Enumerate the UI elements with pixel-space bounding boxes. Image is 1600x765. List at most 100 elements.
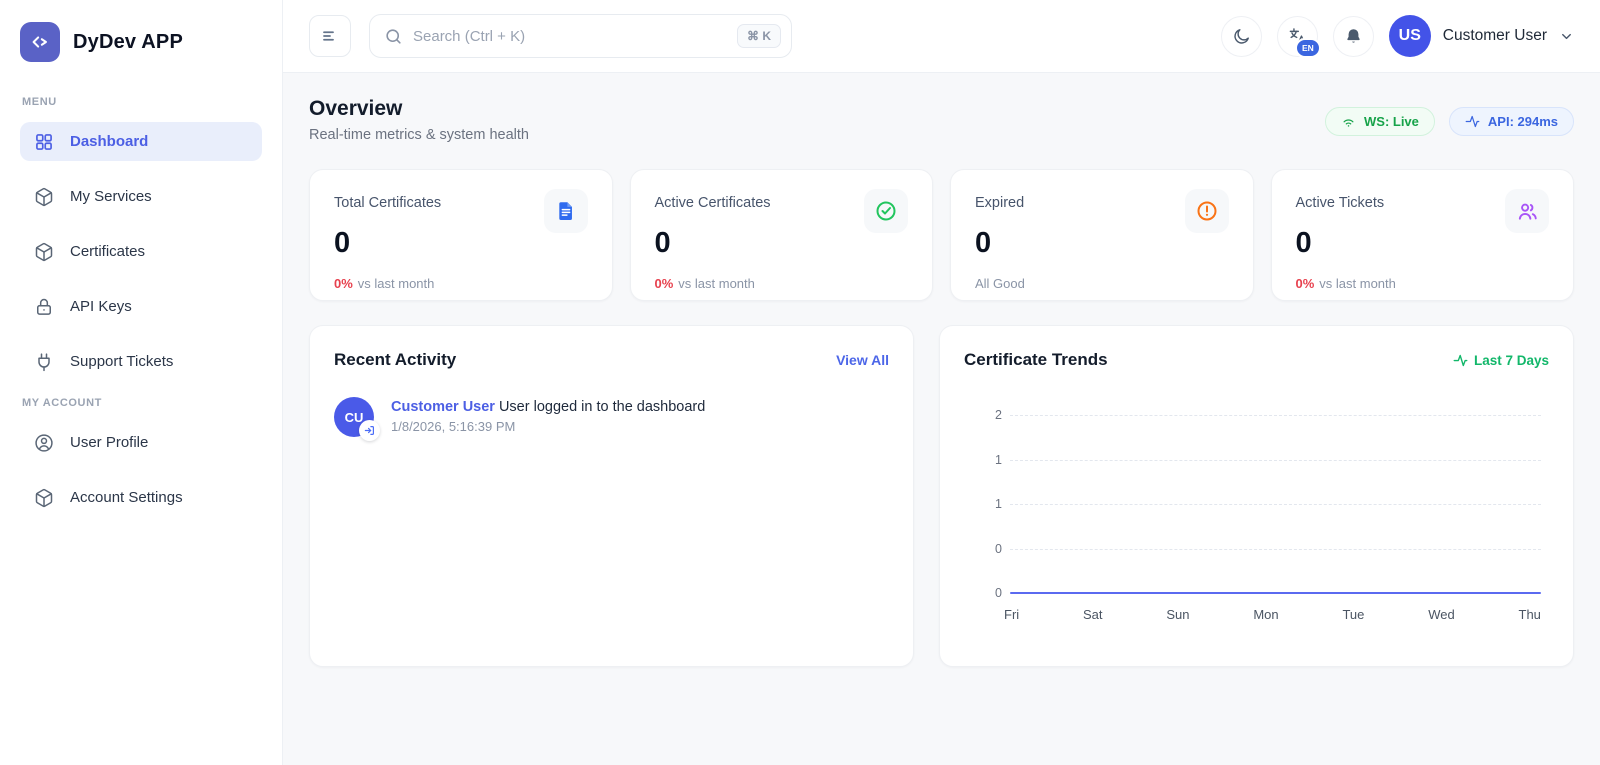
trends-plot: 21100 (1010, 416, 1541, 594)
trends-x-axis: FriSatSunMonTueWedThu (1004, 607, 1541, 622)
main-nav: Dashboard My Services Certificates API K… (0, 122, 282, 381)
activity-action: User logged in to the dashboard (499, 399, 705, 415)
stat-title: Active Tickets (1296, 189, 1385, 211)
bell-icon (1344, 27, 1363, 46)
sidebar-toggle-button[interactable] (309, 15, 351, 57)
ws-status-badge: WS: Live (1325, 107, 1435, 136)
sidebar-item-certificates[interactable]: Certificates (20, 232, 262, 271)
search-icon (384, 27, 403, 46)
language-button[interactable]: EN (1277, 16, 1318, 57)
login-icon (359, 420, 380, 441)
activity-item: CU Customer UserUser logged in to the da… (334, 397, 889, 437)
sidebar-item-label: User Profile (70, 434, 148, 451)
certificate-trends-panel: Certificate Trends Last 7 Days 21100 Fri… (939, 325, 1574, 667)
stat-value: 0 (975, 227, 1229, 260)
chart-gridline (1010, 415, 1541, 416)
api-latency-label: API: 294ms (1488, 114, 1558, 129)
chart-gridline (1010, 504, 1541, 505)
search-box[interactable]: ⌘ K (369, 14, 792, 58)
range-label-text: Last 7 Days (1474, 353, 1549, 368)
y-tick-label: 2 (974, 408, 1002, 422)
stat-title: Total Certificates (334, 189, 441, 211)
theme-toggle-button[interactable] (1221, 16, 1262, 57)
chart-data-line (1010, 592, 1541, 594)
x-tick-label: Tue (1342, 607, 1364, 622)
sidebar-item-api-keys[interactable]: API Keys (20, 287, 262, 326)
notifications-button[interactable] (1333, 16, 1374, 57)
sidebar-item-label: Account Settings (70, 489, 183, 506)
certificate-trends-title: Certificate Trends (964, 350, 1108, 370)
recent-activity-panel: Recent Activity View All CU Customer Use… (309, 325, 914, 667)
file-text-icon (544, 189, 588, 233)
y-tick-label: 1 (974, 497, 1002, 511)
y-tick-label: 0 (974, 542, 1002, 556)
activity-actor: Customer User (391, 399, 495, 415)
stat-value: 0 (655, 227, 909, 260)
sidebar-item-label: My Services (70, 188, 152, 205)
sidebar-item-dashboard[interactable]: Dashboard (20, 122, 262, 161)
status-badges: WS: Live API: 294ms (1325, 107, 1574, 136)
stat-note: All Good (975, 276, 1025, 291)
stat-value: 0 (1296, 227, 1550, 260)
bottom-grid: Recent Activity View All CU Customer Use… (309, 325, 1574, 667)
sidebar-item-user-profile[interactable]: User Profile (20, 423, 262, 462)
activity-avatar: CU (334, 397, 374, 437)
stat-card-total-certificates: Total Certificates 0 0% vs last month (309, 169, 613, 301)
search-input[interactable] (413, 28, 727, 45)
account-section-label: MY ACCOUNT (0, 397, 282, 409)
view-all-link[interactable]: View All (836, 352, 889, 368)
stat-note: vs last month (358, 276, 435, 291)
y-tick-label: 0 (974, 586, 1002, 600)
trends-chart: 21100 FriSatSunMonTueWedThu (964, 416, 1549, 622)
alert-circle-icon (1185, 189, 1229, 233)
menu-section-label: MENU (0, 96, 282, 108)
range-label: Last 7 Days (1453, 353, 1549, 368)
x-tick-label: Thu (1519, 607, 1541, 622)
lock-icon (34, 297, 54, 317)
users-icon (1505, 189, 1549, 233)
stat-card-active-tickets: Active Tickets 0 0% vs last month (1271, 169, 1575, 301)
package-icon (34, 187, 54, 207)
sidebar-item-label: Dashboard (70, 133, 148, 150)
sidebar-item-my-services[interactable]: My Services (20, 177, 262, 216)
user-circle-icon (34, 433, 54, 453)
search-shortcut-badge: ⌘ K (737, 24, 781, 48)
y-tick-label: 1 (974, 453, 1002, 467)
topbar: ⌘ K EN US Customer User (283, 0, 1600, 73)
x-tick-label: Sat (1083, 607, 1103, 622)
sidebar-item-label: Certificates (70, 243, 145, 260)
package-icon (34, 488, 54, 508)
chevron-down-icon (1559, 29, 1574, 44)
app-logo-icon (20, 22, 60, 62)
topbar-actions: EN US Customer User (1221, 15, 1574, 57)
sidebar: DyDev APP MENU Dashboard My Services Cer… (0, 0, 283, 765)
stat-title: Expired (975, 189, 1024, 211)
stat-delta: 0% (655, 276, 674, 291)
user-menu[interactable]: US Customer User (1389, 15, 1574, 57)
stats-grid: Total Certificates 0 0% vs last month Ac… (309, 169, 1574, 301)
account-nav: User Profile Account Settings (0, 423, 282, 517)
chart-gridline (1010, 460, 1541, 461)
pulse-icon (1453, 353, 1468, 368)
app-title: DyDev APP (73, 31, 183, 54)
api-latency-badge: API: 294ms (1449, 107, 1574, 136)
stat-note: vs last month (678, 276, 755, 291)
x-tick-label: Fri (1004, 607, 1019, 622)
sidebar-item-account-settings[interactable]: Account Settings (20, 478, 262, 517)
wifi-icon (1341, 114, 1356, 129)
page-title: Overview (309, 97, 529, 121)
activity-icon (1465, 114, 1480, 129)
main-content: Overview Real-time metrics & system heal… (283, 73, 1600, 765)
sidebar-item-support-tickets[interactable]: Support Tickets (20, 342, 262, 381)
package-icon (34, 242, 54, 262)
x-tick-label: Mon (1253, 607, 1278, 622)
stat-delta: 0% (1296, 276, 1315, 291)
avatar: US (1389, 15, 1431, 57)
recent-activity-title: Recent Activity (334, 350, 456, 370)
page-subtitle: Real-time metrics & system health (309, 127, 529, 143)
activity-timestamp: 1/8/2026, 5:16:39 PM (391, 419, 705, 434)
check-circle-icon (864, 189, 908, 233)
brand: DyDev APP (0, 22, 282, 62)
moon-icon (1232, 27, 1251, 46)
page-header: Overview Real-time metrics & system heal… (309, 97, 1574, 143)
